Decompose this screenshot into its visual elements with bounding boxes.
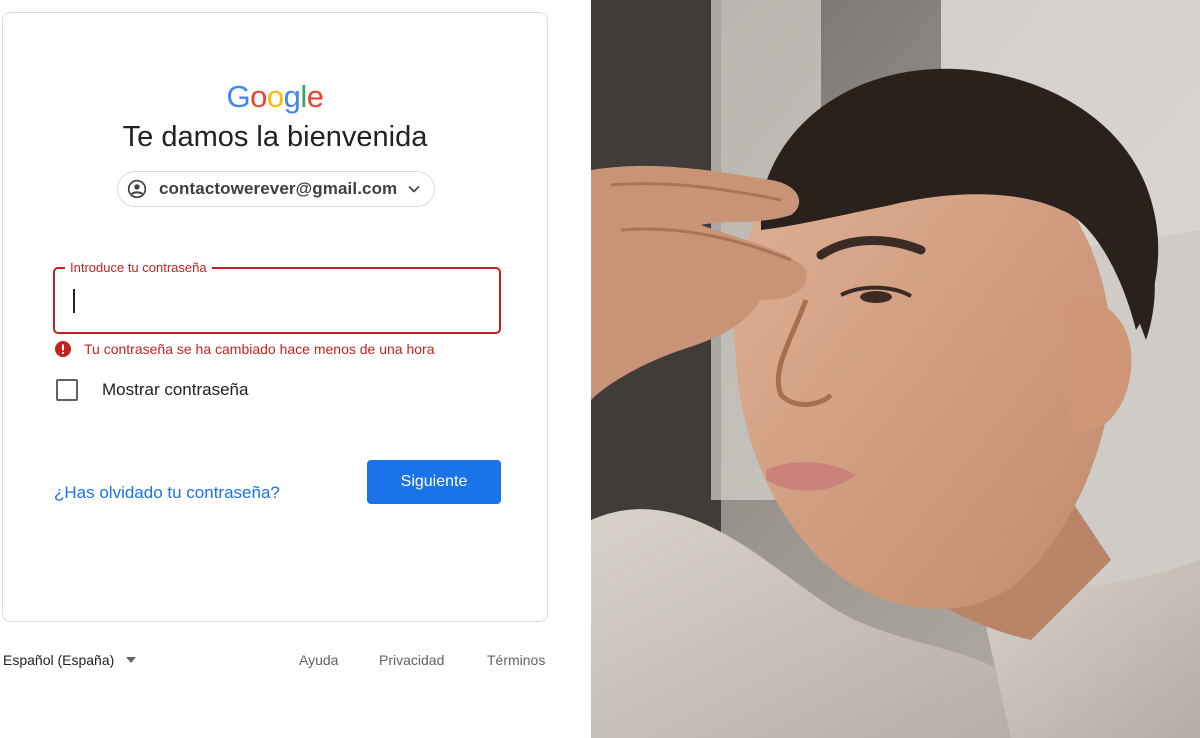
help-link[interactable]: Ayuda	[299, 652, 338, 668]
language-selector[interactable]: Español (España)	[3, 652, 137, 668]
selfie-photo	[591, 0, 1200, 738]
password-field[interactable]: Introduce tu contraseña	[53, 260, 501, 334]
account-email: contactowerever@gmail.com	[159, 179, 398, 198]
selfie-illustration	[591, 0, 1200, 738]
signin-card: Google Te damos la bienvenida contactowe…	[2, 12, 548, 622]
account-circle-icon	[127, 179, 147, 199]
dropdown-arrow-icon	[126, 657, 137, 663]
account-chooser[interactable]: contactowerever@gmail.com	[117, 171, 435, 207]
error-icon	[55, 341, 71, 357]
logo-letter: o	[250, 79, 267, 114]
show-password-checkbox[interactable]	[56, 379, 78, 401]
chevron-down-icon	[408, 185, 420, 193]
error-message: Tu contraseña se ha cambiado hace menos …	[84, 341, 435, 357]
password-input[interactable]	[55, 269, 499, 332]
text-caret	[73, 289, 75, 313]
terms-link[interactable]: Términos	[487, 652, 545, 668]
logo-letter: o	[266, 79, 284, 114]
show-password-label: Mostrar contraseña	[102, 380, 249, 399]
screen: Google Te damos la bienvenida contactowe…	[0, 0, 1200, 738]
logo-letter: G	[226, 79, 251, 114]
next-button[interactable]: Siguiente	[367, 460, 501, 504]
forgot-password-link[interactable]: ¿Has olvidado tu contraseña?	[54, 483, 280, 503]
show-password-toggle[interactable]: Mostrar contraseña	[56, 379, 248, 401]
page-title: Te damos la bienvenida	[122, 121, 428, 153]
password-error: Tu contraseña se ha cambiado hace menos …	[55, 341, 435, 357]
logo-letter: g	[283, 79, 301, 114]
logo-letter: e	[306, 79, 324, 114]
privacy-link[interactable]: Privacidad	[379, 652, 444, 668]
google-logo: Google	[3, 79, 547, 115]
language-label: Español (España)	[3, 652, 115, 668]
